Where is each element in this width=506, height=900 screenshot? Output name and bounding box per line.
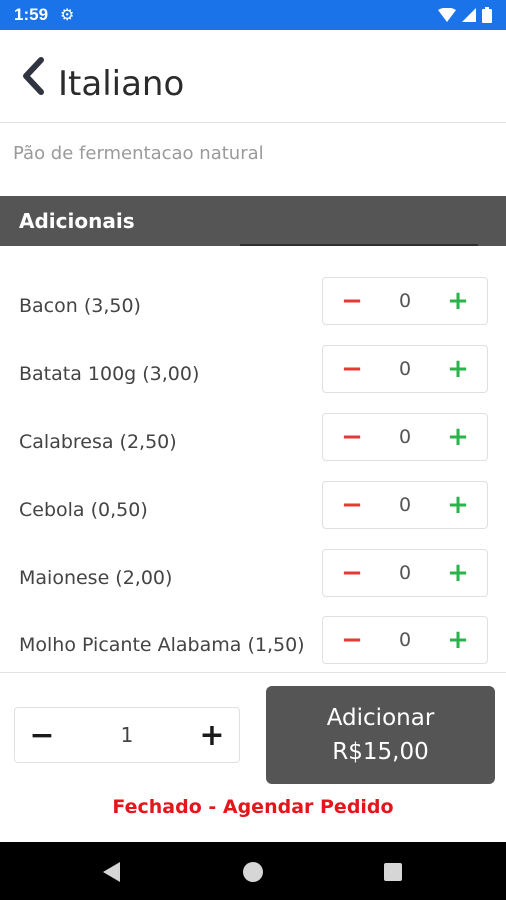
addon-quantity: 0 [398,562,412,584]
addon-quantity-stepper: − 0 + [322,616,488,664]
addon-label: Cebola (0,50) [19,499,148,521]
addon-label: Bacon (3,50) [19,295,141,317]
addon-item-maionese: Maionese (2,00) − 0 + [0,549,506,617]
addon-quantity-stepper: − 0 + [322,345,488,393]
increase-button[interactable]: + [433,278,483,324]
order-increase-button[interactable]: + [185,708,239,762]
navigation-bar [0,842,506,900]
nav-back-icon[interactable] [100,860,124,884]
addon-quantity-stepper: − 0 + [322,481,488,529]
section-underline [240,244,478,246]
addons-section-title: Adicionais [19,209,135,233]
addon-quantity-stepper: − 0 + [322,277,488,325]
page-title: Italiano [58,64,185,104]
addon-item-calabresa: Calabresa (2,50) − 0 + [0,413,506,481]
decrease-button[interactable]: − [327,278,377,324]
back-arrow-icon[interactable] [20,56,46,96]
settings-gear-icon: ⚙ [60,7,75,24]
add-button-price: R$15,00 [332,739,429,765]
order-quantity: 1 [120,723,134,747]
addon-item-cebola: Cebola (0,50) − 0 + [0,481,506,549]
addon-item-batata: Batata 100g (3,00) − 0 + [0,345,506,413]
footer-divider [0,672,506,673]
increase-button[interactable]: + [433,482,483,528]
addon-quantity: 0 [398,629,412,651]
addon-quantity: 0 [398,358,412,380]
increase-button[interactable]: + [433,617,483,663]
add-button-label: Adicionar [326,705,435,731]
addon-quantity: 0 [398,494,412,516]
decrease-button[interactable]: − [327,414,377,460]
decrease-button[interactable]: − [327,346,377,392]
closed-schedule-order-link[interactable]: Fechado - Agendar Pedido [0,796,506,818]
app-header: Italiano [0,30,506,123]
addons-section-header: Adicionais [0,196,506,246]
addon-quantity: 0 [398,426,412,448]
order-quantity-stepper: − 1 + [14,707,240,763]
addon-quantity-stepper: − 0 + [322,549,488,597]
status-time: 1:59 [14,5,49,24]
nav-home-icon[interactable] [241,860,265,884]
add-to-cart-button[interactable]: Adicionar R$15,00 [266,686,495,784]
status-bar: 1:59 ⚙ [0,0,506,30]
decrease-button[interactable]: − [327,550,377,596]
addon-item-molho-picante: Molho Picante Alabama (1,50) − 0 + [0,616,506,684]
addon-quantity: 0 [398,290,412,312]
system-icons [438,0,492,30]
addon-label: Batata 100g (3,00) [19,363,200,385]
increase-button[interactable]: + [433,414,483,460]
signal-icon [462,8,476,22]
battery-icon [482,7,492,23]
decrease-button[interactable]: − [327,617,377,663]
addon-label: Maionese (2,00) [19,567,173,589]
addon-item-bacon: Bacon (3,50) − 0 + [0,277,506,345]
decrease-button[interactable]: − [327,482,377,528]
increase-button[interactable]: + [433,346,483,392]
addon-label: Molho Picante Alabama (1,50) [19,634,305,656]
increase-button[interactable]: + [433,550,483,596]
addon-quantity-stepper: − 0 + [322,413,488,461]
wifi-icon [438,8,456,22]
nav-recents-icon[interactable] [381,860,405,884]
order-decrease-button[interactable]: − [15,708,69,762]
addon-label: Calabresa (2,50) [19,431,177,453]
product-description: Pão de fermentacao natural [13,143,264,164]
